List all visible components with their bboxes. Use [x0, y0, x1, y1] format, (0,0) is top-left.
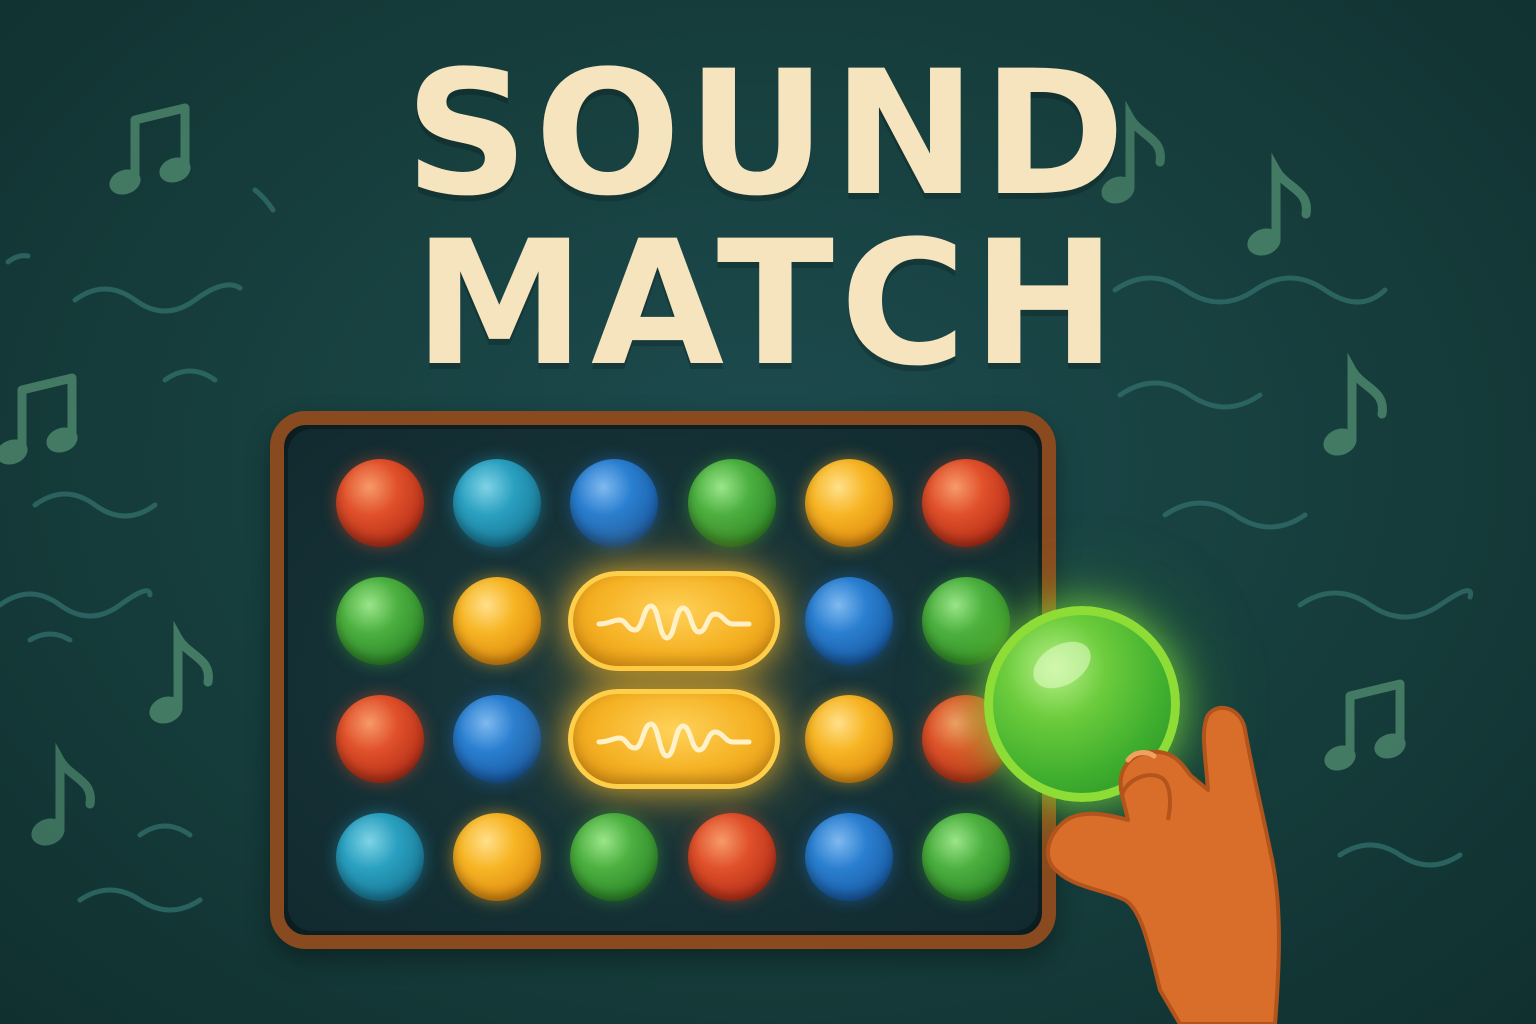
music-note-icon [1321, 684, 1409, 775]
teal-ball-cell[interactable] [336, 813, 424, 901]
sound-wave-tile[interactable] [568, 689, 780, 789]
blue-ball-cell[interactable] [805, 813, 893, 901]
sound-wave-line-icon [32, 491, 158, 519]
sound-wave-line-icon [0, 588, 153, 619]
music-note-icon [0, 378, 81, 469]
green-ball-cell[interactable] [570, 813, 658, 901]
red-ball-cell[interactable] [336, 695, 424, 783]
sound-wave-tile[interactable] [568, 571, 780, 671]
game-title-line-2: MATCH [413, 203, 1123, 404]
sound-wave-line-icon [1162, 500, 1308, 530]
sound-wave-line-icon [1337, 842, 1463, 868]
music-note-icon [28, 760, 91, 850]
sound-wave-icon [596, 721, 752, 759]
sound-wave-line-icon [1297, 588, 1474, 620]
game-screen: SOUND MATCH [0, 0, 1536, 1024]
blue-ball-cell[interactable] [570, 459, 658, 547]
yellow-ball-cell[interactable] [453, 813, 541, 901]
green-ball-cell[interactable] [336, 577, 424, 665]
red-ball-cell[interactable] [688, 813, 776, 901]
blue-ball-cell[interactable] [453, 695, 541, 783]
sound-wave-line-icon [27, 631, 73, 643]
teal-ball-cell[interactable] [453, 459, 541, 547]
board-surface [288, 429, 1038, 931]
sound-wave-icon [596, 603, 752, 641]
sound-wave-line-icon [77, 887, 203, 913]
green-ball-cell[interactable] [922, 577, 1010, 665]
held-green-ball[interactable] [984, 606, 1180, 802]
game-board [270, 411, 1056, 949]
yellow-ball-cell[interactable] [453, 577, 541, 665]
yellow-ball-cell[interactable] [805, 695, 893, 783]
sound-wave-line-icon [137, 823, 193, 838]
red-ball-cell[interactable] [922, 459, 1010, 547]
music-note-icon [146, 638, 209, 728]
green-ball-cell[interactable] [688, 459, 776, 547]
yellow-ball-cell[interactable] [805, 459, 893, 547]
green-ball-cell[interactable] [922, 813, 1010, 901]
blue-ball-cell[interactable] [805, 577, 893, 665]
game-title-line-1: SOUND [404, 33, 1132, 234]
red-ball-cell[interactable] [336, 459, 424, 547]
ball-highlight [1025, 632, 1099, 698]
